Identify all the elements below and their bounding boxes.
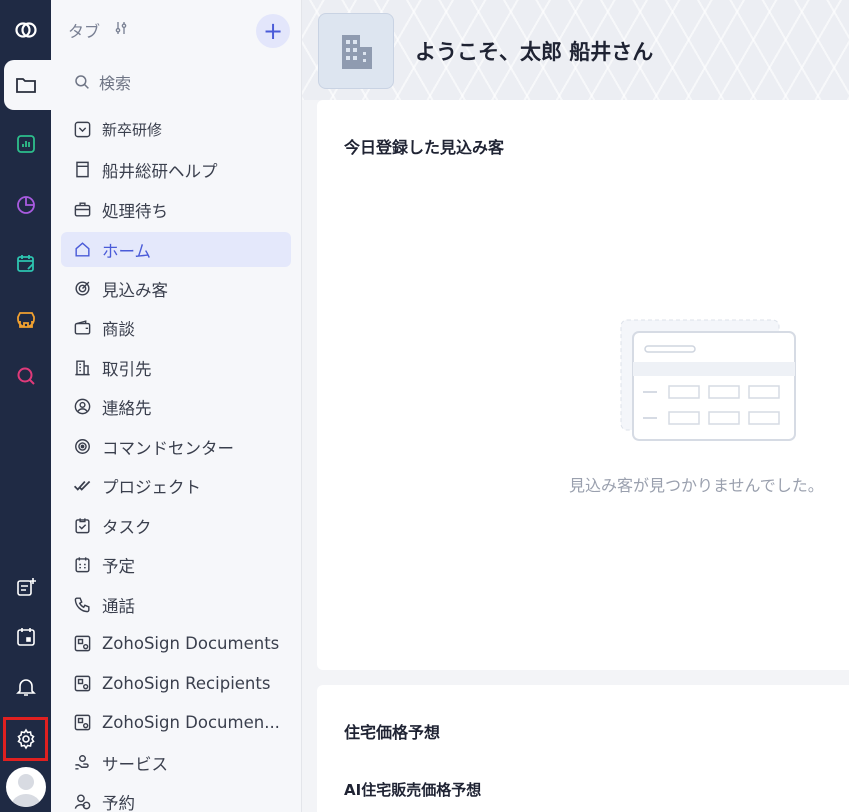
add-note-icon[interactable] — [0, 565, 51, 609]
nav-item-label: ホーム — [102, 241, 152, 261]
nav-item-label: ZohoSign Recipients — [102, 674, 271, 693]
folder-icon[interactable] — [0, 63, 51, 107]
card-title: 今日登録した見込み客 — [344, 138, 505, 157]
empty-table-illustration — [620, 319, 796, 441]
nav-item-label: 見込み客 — [102, 280, 168, 300]
nav-item-label: 新卒研修 — [102, 121, 163, 139]
nav-item-label: 予定 — [102, 556, 135, 576]
user-avatar[interactable] — [6, 767, 46, 807]
search-insights-icon[interactable] — [0, 354, 51, 398]
nav-item-label: ZohoSign Documents — [102, 634, 280, 653]
task-icon — [72, 516, 92, 536]
nav-item-label: プロジェクト — [102, 477, 201, 497]
sign-doc-icon — [72, 634, 92, 654]
nav-item-accounts[interactable]: 取引先 — [61, 350, 291, 385]
search-label: 検索 — [99, 74, 132, 93]
nav-item-zohosign-documen[interactable]: ZohoSign Documen... — [61, 705, 291, 740]
command-center-icon — [72, 437, 92, 457]
tabs-header-label: タブ — [68, 22, 101, 41]
contact-icon — [72, 397, 92, 417]
home-main: ようこそ、太郎 船井さん 今日登録した見込み客 見込み客が見つかりませんでした。… — [302, 0, 849, 812]
nav-item-services[interactable]: サービス — [61, 745, 291, 780]
nav-item-label: 商談 — [102, 319, 135, 339]
nav-item-label: コマンドセンター — [102, 438, 234, 458]
card-subtitle: AI住宅販売価格予想 — [344, 781, 482, 799]
nav-item-label: ZohoSign Documen... — [102, 713, 280, 732]
welcome-title: ようこそ、太郎 船井さん — [415, 40, 654, 64]
nav-item-projects[interactable]: プロジェクト — [61, 468, 291, 503]
building-icon — [72, 358, 92, 378]
building-icon — [342, 35, 372, 69]
store-icon[interactable] — [0, 298, 51, 342]
home-icon — [72, 240, 92, 260]
add-tab-button[interactable]: + — [256, 14, 290, 48]
nav-item-zohosign-recipients[interactable]: ZohoSign Recipients — [61, 666, 291, 701]
calendar-icon[interactable] — [0, 615, 51, 659]
tabs-header: タブ — [68, 18, 130, 42]
nav-item-label: 通話 — [102, 596, 135, 616]
search-icon — [75, 75, 89, 89]
nav-item-tasks[interactable]: タスク — [61, 508, 291, 543]
nav-item-help[interactable]: 船井総研ヘルプ — [61, 152, 291, 187]
nav-item-deals[interactable]: 商談 — [61, 310, 291, 345]
chevron-down-icon — [72, 120, 92, 140]
pie-chart-icon[interactable] — [0, 183, 51, 227]
briefcase-icon — [72, 200, 92, 220]
nav-item-calls[interactable]: 通話 — [61, 587, 291, 622]
service-icon — [72, 753, 92, 773]
analytics-icon[interactable] — [0, 122, 51, 166]
nav-item-home[interactable]: ホーム — [61, 232, 291, 267]
double-check-icon — [72, 476, 92, 496]
wallet-icon — [72, 318, 92, 338]
nav-item-contacts[interactable]: 連絡先 — [61, 389, 291, 424]
gear-icon[interactable] — [0, 717, 51, 761]
empty-state-message: 見込み客が見つかりませんでした。 — [569, 476, 824, 495]
nav-item-label: サービス — [102, 754, 168, 774]
nav-item-leads[interactable]: 見込み客 — [61, 271, 291, 306]
calendar-icon — [72, 555, 92, 575]
nav-item-label: タスク — [102, 517, 152, 537]
house-price-card: 住宅価格予想 AI住宅販売価格予想 — [317, 685, 849, 812]
sign-doc-icon — [72, 674, 92, 694]
nav-item-label: 取引先 — [102, 359, 152, 379]
tab-sidebar: タブ + 検索 新卒研修 船井総研ヘルプ 処理待ち ホーム 見込み客 商談 取引… — [51, 0, 302, 812]
page-icon — [72, 160, 92, 180]
appointment-icon — [72, 792, 92, 812]
nav-item-label: 予約 — [102, 793, 135, 812]
org-logo[interactable] — [318, 13, 394, 89]
target-icon — [72, 279, 92, 299]
phone-icon — [72, 595, 92, 615]
todays-leads-card: 今日登録した見込み客 見込み客が見つかりませんでした。 — [317, 100, 849, 670]
card-title: 住宅価格予想 — [344, 723, 441, 742]
tab-search[interactable]: 検索 — [73, 70, 131, 94]
app-rail — [0, 0, 51, 812]
nav-item-label: 処理待ち — [102, 201, 168, 221]
calendar-edit-icon[interactable] — [0, 242, 51, 286]
crm-logo-icon[interactable] — [0, 8, 51, 52]
nav-item-label: 連絡先 — [102, 398, 152, 418]
nav-item-pending[interactable]: 処理待ち — [61, 192, 291, 227]
nav-item-label: 船井総研ヘルプ — [102, 161, 218, 181]
nav-item-shinsotsu[interactable]: 新卒研修 — [61, 112, 291, 147]
nav-item-zohosign-documents[interactable]: ZohoSign Documents — [61, 626, 291, 661]
filter-settings-icon[interactable] — [112, 19, 130, 41]
sign-doc-icon — [72, 713, 92, 733]
nav-item-command-center[interactable]: コマンドセンター — [61, 429, 291, 464]
nav-item-appointments[interactable]: 予約 — [61, 784, 291, 812]
bell-icon[interactable] — [0, 665, 51, 709]
nav-item-events[interactable]: 予定 — [61, 547, 291, 582]
